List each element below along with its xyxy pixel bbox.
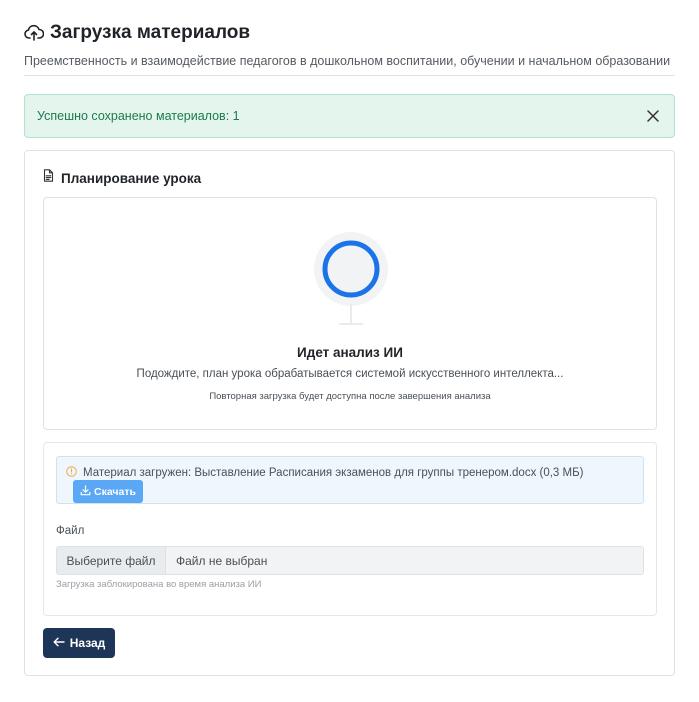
page-subtitle: Преемственность и взаимодействие педагог… xyxy=(24,54,671,68)
analysis-note: Повторная загрузка будет доступна после … xyxy=(209,391,491,402)
alert-message: Успешно сохранено материалов: 1 xyxy=(37,109,240,123)
analysis-description: Подождите, план урока обрабатывается сис… xyxy=(136,368,564,380)
section-title: Планирование урока xyxy=(61,170,202,186)
analysis-status-box: Идет анализ ИИ Подождите, план урока обр… xyxy=(43,197,657,430)
file-input[interactable]: Выберите файл Файл не выбран xyxy=(56,546,644,575)
title-row: Загрузка материалов xyxy=(24,20,675,46)
download-button[interactable]: Скачать xyxy=(73,480,143,503)
uploaded-file-info: Материал загружен: Выставление Расписани… xyxy=(56,456,644,504)
back-label: Назад xyxy=(69,636,106,650)
lesson-planning-card: Планирование урока Идет анализ ИИ Подожд… xyxy=(24,150,675,676)
document-icon xyxy=(43,169,54,187)
success-alert: Успешно сохранено материалов: 1 xyxy=(24,94,675,138)
upload-section: Материал загружен: Выставление Расписани… xyxy=(43,442,657,616)
uploaded-file-text: Материал загружен: Выставление Расписани… xyxy=(83,467,584,479)
page-header: Загрузка материалов Преемственность и вз… xyxy=(24,20,675,68)
choose-file-button[interactable]: Выберите файл xyxy=(57,547,166,574)
download-icon xyxy=(80,483,91,501)
page-title: Загрузка материалов xyxy=(50,22,251,43)
info-line: Материал загружен: Выставление Расписани… xyxy=(66,464,583,482)
file-field-label: Файл xyxy=(56,525,85,537)
header-divider xyxy=(24,75,675,76)
close-icon[interactable] xyxy=(644,107,662,125)
upload-blocked-hint: Загрузка заблокирована во время анализа … xyxy=(56,579,262,590)
section-header: Планирование урока xyxy=(43,169,201,187)
cloud-upload-icon xyxy=(24,24,44,42)
analysis-title: Идет анализ ИИ xyxy=(297,345,403,360)
download-label: Скачать xyxy=(94,485,136,498)
arrow-left-icon xyxy=(53,634,65,652)
no-file-text: Файл не выбран xyxy=(176,553,268,568)
back-button[interactable]: Назад xyxy=(43,628,115,658)
loading-spinner xyxy=(311,226,391,330)
